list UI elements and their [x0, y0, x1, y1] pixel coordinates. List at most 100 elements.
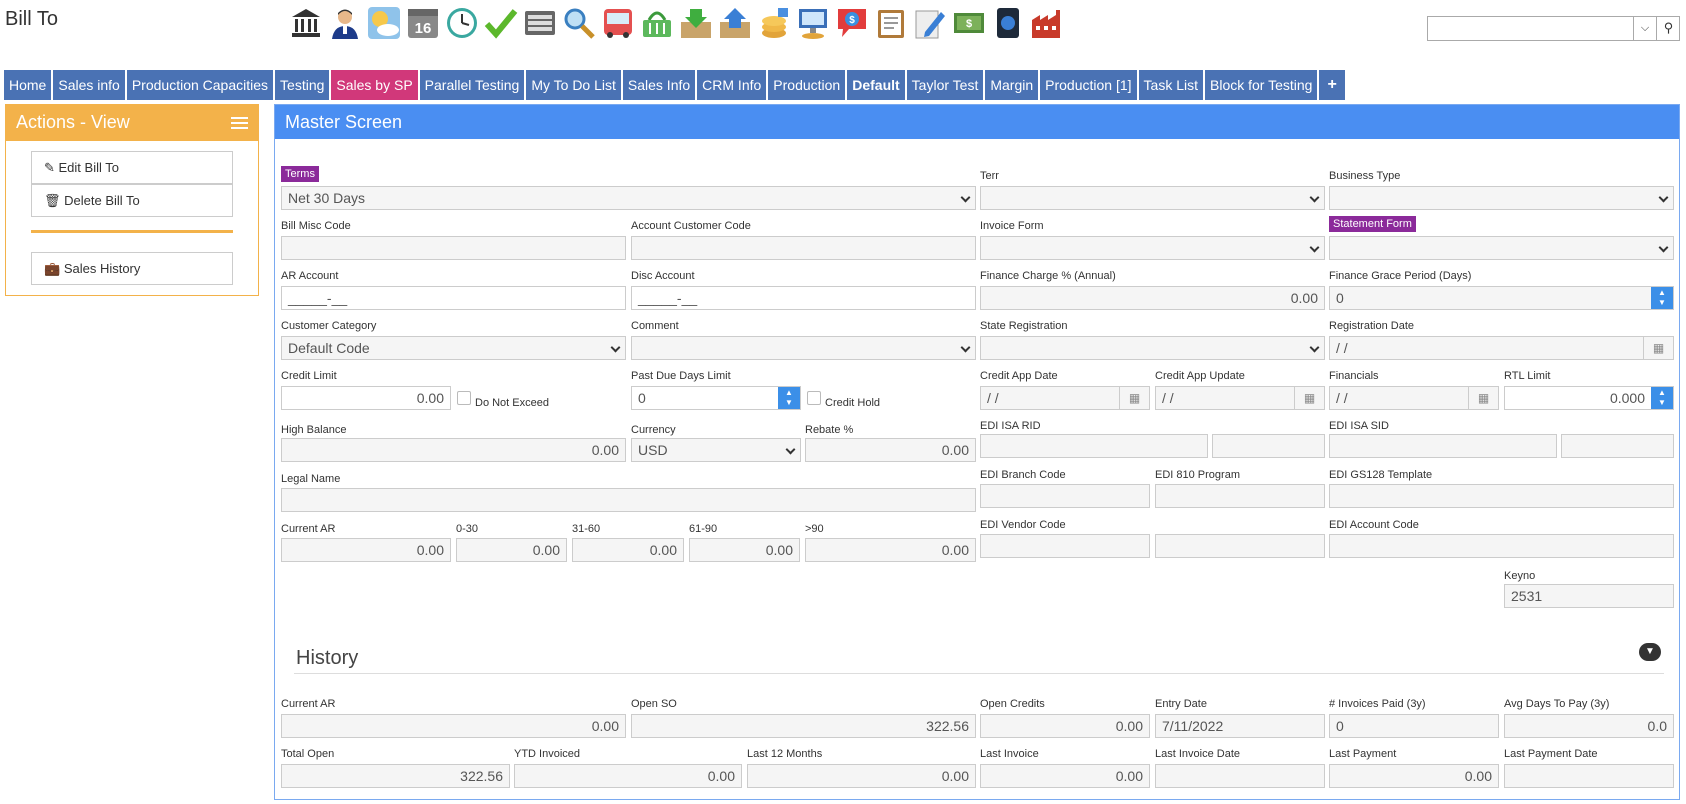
credit-hold-label: Credit Hold	[825, 397, 881, 409]
edi-isa-sid-qualifier-input[interactable]	[1561, 434, 1674, 458]
tab-testing[interactable]: Testing	[275, 70, 330, 100]
tab-production-1[interactable]: Production [1]	[1040, 70, 1137, 100]
computer-icon[interactable]	[796, 6, 830, 40]
edi-vendor-code-input[interactable]	[980, 534, 1150, 558]
comment-select[interactable]	[631, 336, 976, 360]
calendar-16-icon[interactable]: 16	[406, 6, 440, 40]
rebate-input[interactable]: 0.00	[805, 438, 976, 462]
keyno-input[interactable]: 2531	[1504, 584, 1674, 608]
edi-gs128-template-input[interactable]	[1329, 484, 1674, 508]
edi-isa-rid-qualifier-input[interactable]	[1212, 434, 1325, 458]
search-input[interactable]	[1428, 17, 1633, 40]
past-due-days-stepper[interactable]: 0 ▲ ▼	[631, 386, 801, 410]
bill-misc-code-input[interactable]	[281, 236, 626, 260]
basket-icon[interactable]	[640, 6, 674, 40]
tab-sales-info[interactable]: Sales info	[53, 70, 125, 100]
history-current-ar-value: 0.00	[281, 714, 626, 738]
tab-sales-info-2[interactable]: Sales Info	[622, 70, 696, 100]
tab-default[interactable]: Default	[847, 70, 905, 100]
clock-icon[interactable]	[445, 6, 479, 40]
aging-90-plus-input[interactable]: 0.00	[805, 538, 976, 562]
edit-document-icon[interactable]	[913, 6, 947, 40]
registration-date-input[interactable]: / / ▦	[1329, 336, 1674, 360]
last-invoice-label: Last Invoice	[980, 748, 1039, 760]
state-registration-select[interactable]	[980, 336, 1325, 360]
legal-name-input[interactable]	[281, 488, 976, 512]
terr-select[interactable]	[980, 186, 1325, 210]
high-balance-input[interactable]: 0.00	[281, 438, 626, 462]
rtl-limit-stepper[interactable]: 0.000 ▲ ▼	[1504, 386, 1674, 410]
edi-isa-rid-input[interactable]	[980, 434, 1208, 458]
terms-select[interactable]: Net 30 Days	[281, 186, 976, 210]
ar-account-input[interactable]: _____-__	[281, 286, 626, 310]
stepper-arrows-icon: ▲ ▼	[1651, 287, 1673, 309]
bank-icon[interactable]	[289, 6, 323, 40]
last-12-months-label: Last 12 Months	[747, 748, 823, 760]
user-icon[interactable]	[328, 6, 362, 40]
coins-icon[interactable]	[757, 6, 791, 40]
money-icon[interactable]: $	[952, 6, 986, 40]
account-customer-code-input[interactable]	[631, 236, 976, 260]
credit-app-update-input[interactable]: / / ▦	[1155, 386, 1325, 410]
inbox-download-icon[interactable]	[679, 6, 713, 40]
registration-date-label: Registration Date	[1329, 320, 1414, 332]
phone-icon[interactable]	[991, 6, 1025, 40]
global-search[interactable]: ⌵ ⚲	[1427, 16, 1680, 41]
aging-0-30-input[interactable]: 0.00	[456, 538, 567, 562]
statement-form-select[interactable]	[1329, 236, 1674, 260]
add-tab-button[interactable]: +	[1319, 70, 1345, 100]
tab-margin[interactable]: Margin	[985, 70, 1039, 100]
tab-task-list[interactable]: Task List	[1138, 70, 1203, 100]
sales-history-button[interactable]: 💼 Sales History	[31, 252, 233, 285]
magnifier-icon[interactable]	[562, 6, 596, 40]
delete-bill-to-button[interactable]: 🗑 Delete Bill To	[31, 184, 233, 217]
credit-limit-input[interactable]: 0.00	[281, 386, 451, 410]
tab-sales-by-sp[interactable]: Sales by SP	[331, 70, 418, 100]
collapse-chevron-icon[interactable]: ▼	[1639, 643, 1661, 661]
chevron-down-icon	[960, 192, 971, 203]
edit-bill-to-button[interactable]: ✎ Edit Bill To	[31, 151, 233, 184]
currency-select[interactable]: USD	[631, 438, 801, 462]
tab-taylor-test[interactable]: Taylor Test	[906, 70, 984, 100]
clipboard-icon[interactable]	[874, 6, 908, 40]
keyboard-icon[interactable]	[523, 6, 557, 40]
chevron-down-icon	[610, 342, 621, 353]
chevron-down-icon	[1309, 242, 1320, 253]
current-ar-input[interactable]: 0.00	[281, 538, 451, 562]
edi-810-program-input[interactable]	[1155, 484, 1325, 508]
factory-icon[interactable]	[1030, 6, 1064, 40]
edi-isa-sid-input[interactable]	[1329, 434, 1557, 458]
checkmark-icon[interactable]	[484, 6, 518, 40]
tab-production-capacities[interactable]: Production Capacities	[126, 70, 274, 100]
finance-charge-input[interactable]: 0.00	[980, 286, 1325, 310]
dollar-chat-icon[interactable]: $	[835, 6, 869, 40]
credit-hold-checkbox[interactable]	[807, 391, 821, 405]
edi-account-code-input[interactable]	[1329, 534, 1674, 558]
invoice-form-select[interactable]	[980, 236, 1325, 260]
credit-app-date-input[interactable]: / / ▦	[980, 386, 1150, 410]
search-icon[interactable]: ⚲	[1656, 17, 1680, 40]
bus-icon[interactable]	[601, 6, 635, 40]
business-type-select[interactable]	[1329, 186, 1674, 210]
edi-branch-code-input[interactable]	[980, 484, 1150, 508]
inbox-upload-icon[interactable]	[718, 6, 752, 40]
weather-icon[interactable]	[367, 6, 401, 40]
hamburger-menu-icon[interactable]	[231, 117, 248, 129]
tab-production[interactable]: Production	[768, 70, 846, 100]
tab-crm-info[interactable]: CRM Info	[697, 70, 767, 100]
aging-61-90-input[interactable]: 0.00	[689, 538, 800, 562]
tab-home[interactable]: Home	[4, 70, 52, 100]
edi-vendor-extra-input[interactable]	[1155, 534, 1325, 558]
finance-grace-period-stepper[interactable]: 0 ▲ ▼	[1329, 286, 1674, 310]
tab-block-for-testing[interactable]: Block for Testing	[1205, 70, 1318, 100]
tab-parallel-testing[interactable]: Parallel Testing	[419, 70, 525, 100]
do-not-exceed-checkbox[interactable]	[457, 391, 471, 405]
chevron-down-icon[interactable]: ⌵	[1633, 17, 1656, 40]
financials-date-input[interactable]: / / ▦	[1329, 386, 1499, 410]
customer-category-select[interactable]: Default Code	[281, 336, 626, 360]
edi-810-program-label: EDI 810 Program	[1155, 469, 1240, 481]
disc-account-input[interactable]: _____-__	[631, 286, 976, 310]
tab-my-to-do-list[interactable]: My To Do List	[526, 70, 621, 100]
divider	[31, 230, 233, 233]
aging-31-60-input[interactable]: 0.00	[572, 538, 684, 562]
